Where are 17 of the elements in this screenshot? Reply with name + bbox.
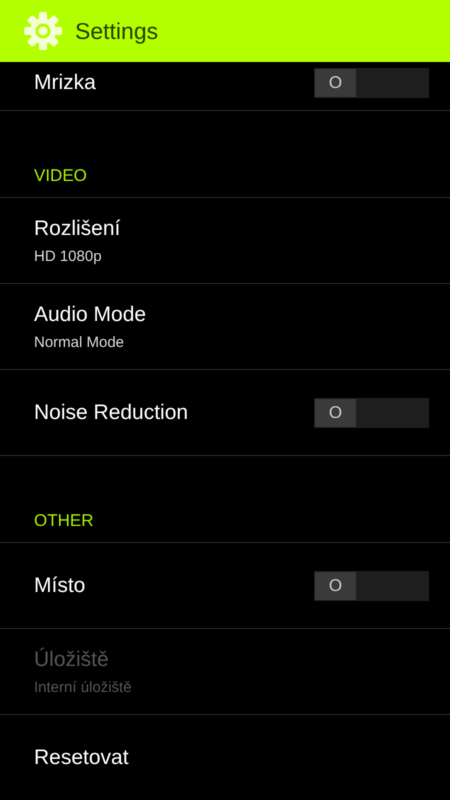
settings-icon[interactable] — [23, 11, 63, 51]
screen-title: Settings — [75, 18, 158, 44]
section-header: VIDEO — [34, 166, 87, 186]
setting-value: Interní úložiště — [34, 678, 132, 696]
setting-title[interactable]: Resetovat — [34, 746, 129, 770]
setting-value: HD 1080p — [34, 248, 103, 264]
section-header: OTHER — [34, 511, 94, 531]
setting-title[interactable]: Audio Mode — [34, 302, 146, 326]
toggle-switch[interactable]: O — [314, 570, 429, 600]
setting-title: Úložiště — [34, 648, 110, 672]
toggle-switch[interactable]: O — [314, 68, 429, 98]
setting-title[interactable]: Noise Reduction — [34, 400, 188, 424]
setting-value: Normal Mode — [34, 334, 126, 350]
setting-title[interactable]: Mrizka — [34, 71, 96, 95]
toggle-switch[interactable]: O — [314, 398, 429, 428]
setting-title[interactable]: Rozlišení — [34, 216, 120, 240]
setting-title[interactable]: Místo — [34, 574, 86, 598]
